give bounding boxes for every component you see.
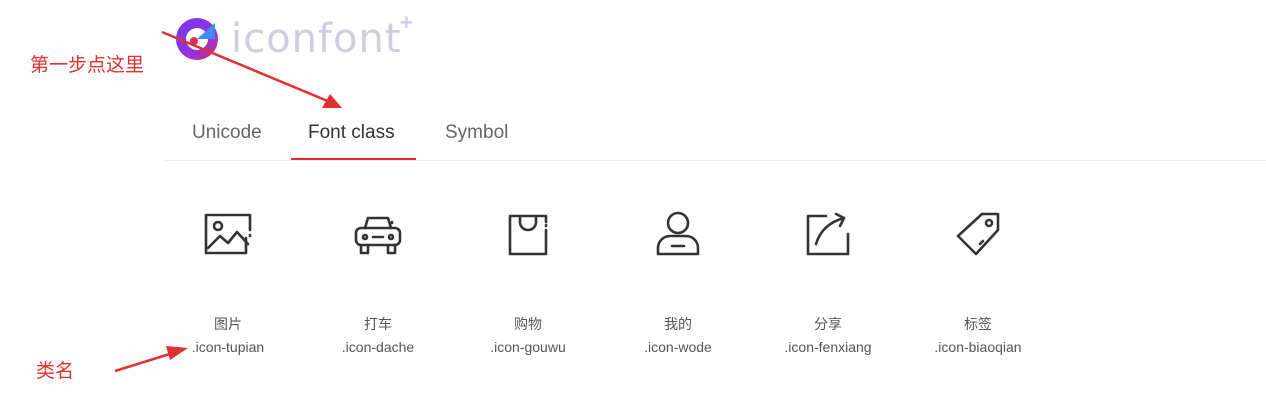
annotation-arrows <box>114 30 342 373</box>
arrow-to-font-class-tab <box>161 30 342 108</box>
page: iconfont + Unicode Font class Symbol 图片 … <box>0 0 1266 413</box>
arrow-to-class-name <box>114 346 188 373</box>
